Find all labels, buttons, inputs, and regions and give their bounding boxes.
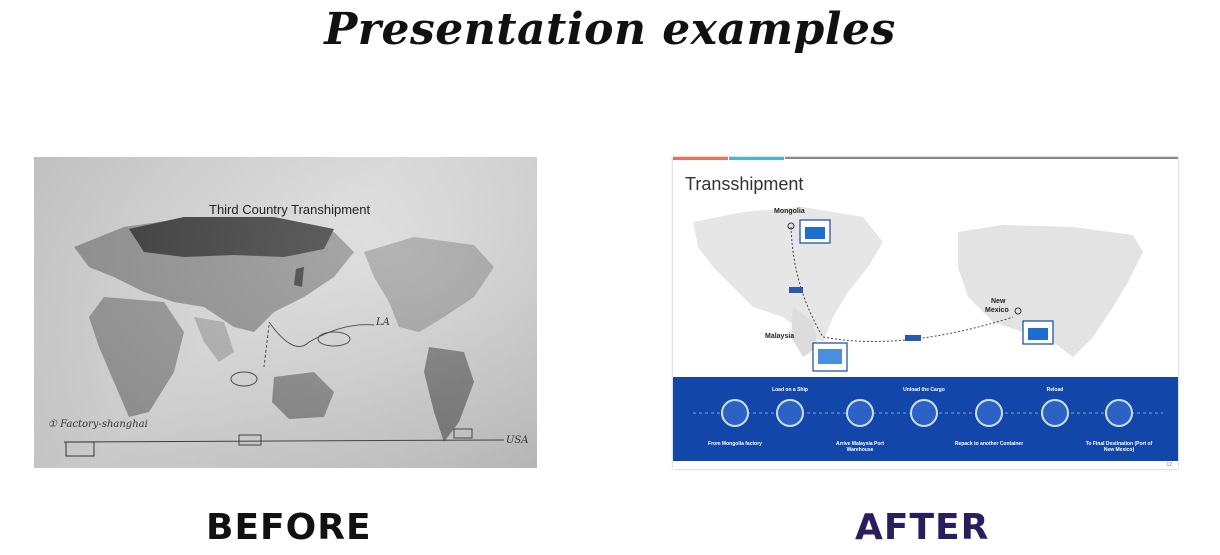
after-slide: Transshipment Mongolia Malaysia New Mexi… (673, 157, 1178, 469)
slide-maps (693, 207, 1143, 372)
place-new-mexico-line2: Mexico (985, 307, 1009, 314)
usa-note: USA (506, 435, 529, 446)
step-label-from-mongolia: From Mongolia factory (708, 441, 762, 447)
place-mongolia: Mongolia (774, 208, 805, 215)
factory-note: ① Factory-shanghai (48, 419, 148, 430)
step-1-icon (721, 399, 749, 427)
after-caption: AFTER (855, 507, 990, 548)
step-label-reload: Reload (1046, 387, 1064, 393)
step-4-icon (910, 399, 938, 427)
step-6-icon (1041, 399, 1069, 427)
step-5-icon (975, 399, 1003, 427)
la-note: LA (376, 317, 390, 328)
place-new-mexico-line1: New (991, 298, 1006, 305)
before-caption: BEFORE (206, 507, 372, 548)
place-malaysia: Malaysia (765, 333, 795, 340)
step-label-arrive-malaysia: Arrive Malaysia Port Warehouse (835, 441, 885, 453)
before-map-title: Third Country Transhipment (209, 202, 371, 217)
step-2-icon (776, 399, 804, 427)
step-7-icon (1105, 399, 1133, 427)
page-title: Presentation examples (324, 4, 896, 55)
step-label-unload: Unload the Cargo (903, 387, 945, 393)
slide-number: 12 (1166, 462, 1172, 468)
process-band: Load on a Ship Unload the Cargo Reload F… (673, 377, 1178, 461)
before-photo: Third Country Transhipment LA ① Factory-… (34, 157, 537, 468)
step-label-final-destination: To Final Destination (Port of New Mexico… (1085, 441, 1153, 453)
step-label-load: Load on a Ship (772, 387, 808, 393)
step-label-repack: Repack to another Container (954, 441, 1024, 447)
step-3-icon (846, 399, 874, 427)
